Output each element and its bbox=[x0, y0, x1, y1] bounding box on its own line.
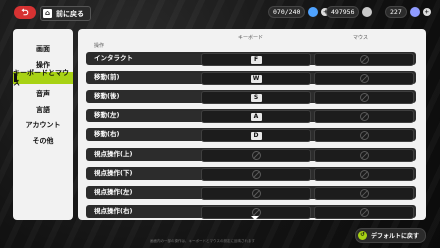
action-label: 移動(前) bbox=[94, 73, 120, 81]
keybind-row-move-forward: 移動(前) W bbox=[86, 71, 416, 85]
sidebar-item-language[interactable]: 言語 bbox=[13, 104, 73, 116]
stamina-icon bbox=[308, 7, 319, 17]
keyboard-binding-slot[interactable]: A bbox=[201, 110, 311, 123]
coin-icon bbox=[362, 7, 373, 17]
sidebar-item-label: その他 bbox=[32, 137, 54, 145]
key-label: A bbox=[250, 112, 262, 121]
empty-slot-icon bbox=[359, 151, 369, 160]
empty-slot-icon bbox=[359, 170, 369, 179]
action-label: 移動(左) bbox=[94, 111, 120, 119]
add-gem-button[interactable]: + bbox=[422, 8, 431, 16]
mouse-binding-slot[interactable] bbox=[314, 129, 414, 142]
column-header-mouse: マウス bbox=[353, 35, 369, 41]
keyboard-binding-slot[interactable] bbox=[201, 168, 311, 181]
sidebar-item-other[interactable]: その他 bbox=[13, 135, 73, 147]
gem-counter: 227 + bbox=[385, 6, 431, 18]
sidebar-item-label: アカウント bbox=[25, 121, 61, 129]
key-label: F bbox=[250, 55, 262, 64]
home-back-button[interactable]: ⌂ 前に戻る bbox=[40, 6, 91, 21]
sidebar-item-label: 言語 bbox=[36, 106, 50, 114]
gem-value: 227 bbox=[385, 6, 407, 18]
action-label: 視点操作(下) bbox=[94, 169, 133, 177]
scroll-down-arrow-icon[interactable] bbox=[251, 216, 259, 220]
stamina-value: 070/240 bbox=[268, 6, 306, 18]
keyboard-binding-slot[interactable]: D bbox=[201, 129, 311, 142]
key-label: S bbox=[250, 93, 262, 102]
coin-counter: 497956 bbox=[326, 6, 373, 18]
settings-sidebar: 画面 操作 キーボードとマウス 音声 言語 アカウント その他 bbox=[13, 29, 73, 220]
column-header-keyboard: キーボード bbox=[238, 35, 264, 41]
home-back-label: 前に戻る bbox=[56, 9, 84, 18]
reset-default-label: デフォルトに戻す bbox=[371, 233, 420, 240]
mouse-binding-slot[interactable] bbox=[314, 187, 414, 200]
action-label: 移動(後) bbox=[94, 92, 120, 100]
keyboard-binding-slot[interactable]: W bbox=[201, 72, 311, 85]
sidebar-item-keyboard-mouse[interactable]: キーボードとマウス bbox=[13, 69, 73, 87]
back-arrow-icon: ⮌ bbox=[21, 7, 29, 18]
empty-slot-icon bbox=[359, 112, 369, 121]
action-label: 移動(右) bbox=[94, 130, 120, 138]
action-label: インタラクト bbox=[94, 54, 133, 62]
gem-icon bbox=[409, 7, 420, 17]
empty-slot-icon bbox=[251, 151, 261, 160]
empty-slot-icon bbox=[359, 208, 369, 217]
empty-slot-icon bbox=[359, 93, 369, 102]
empty-slot-icon bbox=[359, 189, 369, 198]
sidebar-item-label: 音声 bbox=[36, 90, 50, 98]
empty-slot-icon bbox=[251, 189, 261, 198]
keybind-row-look-up: 視点操作(上) bbox=[86, 148, 416, 162]
reset-icon: ↺ bbox=[358, 231, 367, 240]
sidebar-item-account[interactable]: アカウント bbox=[13, 119, 73, 131]
mouse-binding-slot[interactable] bbox=[314, 53, 414, 66]
keybind-row-move-back: 移動(後) S bbox=[86, 90, 416, 104]
action-label: 視点操作(左) bbox=[94, 188, 133, 196]
keyboard-binding-slot[interactable] bbox=[201, 187, 311, 200]
empty-slot-icon bbox=[359, 131, 369, 140]
home-icon: ⌂ bbox=[43, 9, 52, 18]
sidebar-item-audio[interactable]: 音声 bbox=[13, 88, 73, 100]
mouse-binding-slot[interactable] bbox=[314, 168, 414, 181]
sidebar-item-label: キーボードとマウス bbox=[13, 69, 69, 87]
empty-slot-icon bbox=[359, 55, 369, 64]
column-header-action: 操作 bbox=[94, 43, 105, 49]
action-label: 視点操作(右) bbox=[94, 207, 133, 215]
key-label: D bbox=[250, 131, 262, 140]
keyboard-binding-slot[interactable] bbox=[201, 149, 311, 162]
top-bar: ⮌ ⌂ 前に戻る 070/240 + 497956 227 + bbox=[0, 0, 440, 26]
keyboard-binding-slot[interactable]: S bbox=[201, 91, 311, 104]
mouse-binding-slot[interactable] bbox=[314, 206, 414, 219]
keybind-row-interact: インタラクト F bbox=[86, 52, 416, 66]
keybind-row-move-left: 移動(左) A bbox=[86, 109, 416, 123]
mouse-binding-slot[interactable] bbox=[314, 110, 414, 123]
mouse-binding-slot[interactable] bbox=[314, 149, 414, 162]
sidebar-item-label: 画面 bbox=[36, 45, 50, 53]
stamina-counter: 070/240 + bbox=[268, 6, 330, 18]
reset-default-button[interactable]: ↺ デフォルトに戻す bbox=[355, 228, 427, 243]
empty-slot-icon bbox=[359, 74, 369, 83]
footer-note: 画面内の一部の操作は、キーボードとマウスの設定に反映されます bbox=[150, 239, 255, 243]
sidebar-item-display[interactable]: 画面 bbox=[13, 43, 73, 55]
keybind-panel: 操作 キーボード マウス インタラクト F 移動(前) W 移動(後) S 移動… bbox=[78, 29, 426, 220]
back-button[interactable]: ⮌ bbox=[14, 6, 36, 19]
empty-slot-icon bbox=[251, 170, 261, 179]
keybind-row-look-left: 視点操作(左) bbox=[86, 186, 416, 200]
mouse-binding-slot[interactable] bbox=[314, 91, 414, 104]
coin-value: 497956 bbox=[326, 6, 360, 18]
keyboard-binding-slot[interactable]: F bbox=[201, 53, 311, 66]
keybind-row-look-down: 視点操作(下) bbox=[86, 167, 416, 181]
keybind-row-move-right: 移動(右) D bbox=[86, 128, 416, 142]
mouse-binding-slot[interactable] bbox=[314, 72, 414, 85]
action-label: 視点操作(上) bbox=[94, 150, 133, 158]
key-label: W bbox=[250, 74, 262, 83]
